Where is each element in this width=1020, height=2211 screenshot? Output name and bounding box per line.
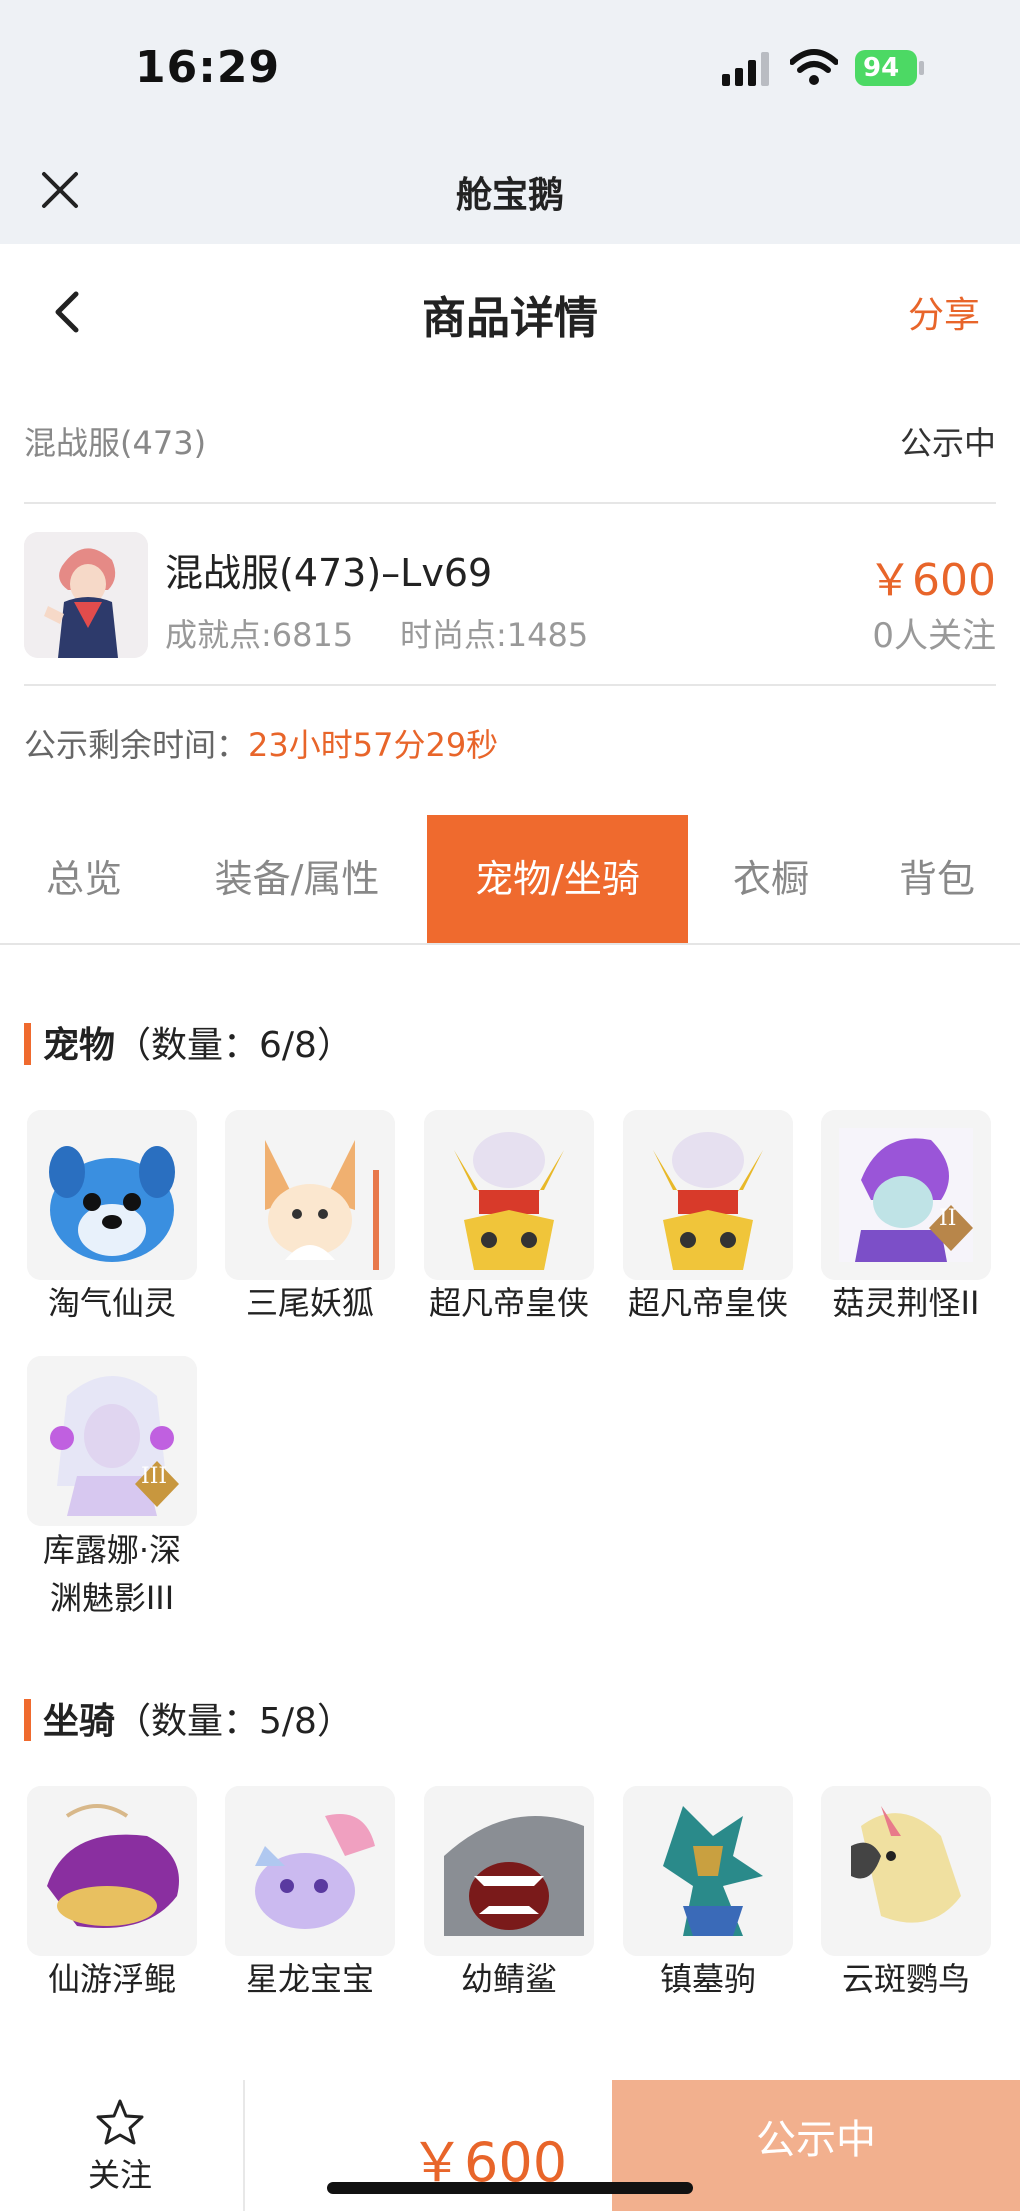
bottom-divider — [243, 2080, 245, 2211]
mount-name: 幼鲭鲨 — [460, 1960, 557, 1998]
pet-tile-gold-armor-icon[interactable] — [424, 1110, 594, 1280]
mount-name: 镇墓驹 — [659, 1960, 756, 1998]
watcher-count: 0人关注 — [872, 616, 996, 656]
star-icon[interactable] — [95, 2098, 145, 2146]
section-accent-bar — [24, 1023, 31, 1065]
share-button[interactable]: 分享 — [908, 286, 980, 338]
mount-tile-shark-icon[interactable] — [424, 1786, 594, 1956]
app-title: 舱宝鹅 — [455, 175, 564, 216]
divider — [24, 684, 996, 686]
character-name: 混战服(473)–Lv69 — [165, 551, 493, 595]
character-avatar — [24, 532, 148, 658]
tab-equipment[interactable]: 装备/属性 — [190, 815, 404, 943]
mounts-section-title: 坐骑（数量：5/8） — [24, 1692, 353, 1744]
pet-tile-blue-dog-icon[interactable] — [27, 1110, 197, 1280]
tab-bar: 总览 装备/属性 宠物/坐骑 衣橱 背包 — [0, 815, 1020, 943]
pet-tile-white-hair-icon[interactable]: III — [27, 1356, 197, 1526]
tab-bag[interactable]: 背包 — [872, 815, 1002, 943]
tab-overview[interactable]: 总览 — [0, 815, 168, 943]
pet-tile-fox-icon[interactable] — [225, 1110, 395, 1280]
section-accent-bar — [24, 1699, 31, 1741]
page-title: 商品详情 — [422, 293, 598, 344]
mount-tile-dragon-icon[interactable] — [225, 1786, 395, 1956]
pet-rank-badge: II — [939, 1206, 957, 1231]
achievement-points: 成就点:6815 — [165, 616, 354, 654]
mount-name: 云斑鹦鸟 — [841, 1960, 970, 1998]
pet-name: 三尾妖狐 — [245, 1284, 374, 1322]
remaining-time-label: 公示剩余时间： — [24, 726, 249, 764]
pets-count: （数量：6/8） — [115, 1025, 353, 1066]
pet-name: 菇灵荆怪II — [832, 1284, 980, 1322]
listing-price: ￥600 — [868, 555, 996, 606]
pet-name: 超凡帝皇侠 — [627, 1284, 788, 1322]
status-time: 16:29 — [135, 42, 281, 93]
mount-tile-parrot-icon[interactable] — [821, 1786, 991, 1956]
home-indicator — [327, 2182, 693, 2194]
battery-icon: 94 — [855, 50, 925, 86]
pet-name: 超凡帝皇侠 — [428, 1284, 589, 1322]
mount-name: 星龙宝宝 — [245, 1960, 374, 1998]
mount-tile-whale-icon[interactable] — [27, 1786, 197, 1956]
tab-divider — [0, 943, 1020, 945]
cellular-signal-icon — [722, 52, 769, 86]
pet-name-line2: 渊魅影III — [49, 1579, 175, 1617]
mounts-title: 坐骑 — [43, 1701, 116, 1742]
wifi-icon — [790, 49, 838, 85]
remaining-time-value: 23小时57分29秒 — [248, 726, 499, 764]
server-name: 混战服(473) — [24, 424, 207, 462]
remaining-time: 公示剩余时间：23小时57分29秒 — [24, 720, 498, 766]
fashion-points: 时尚点:1485 — [400, 616, 589, 654]
tab-pets-mounts[interactable]: 宠物/坐骑 — [427, 815, 688, 943]
listing-status: 公示中 — [899, 424, 996, 462]
mount-name: 仙游浮鲲 — [47, 1960, 176, 1998]
pet-name: 淘气仙灵 — [47, 1284, 176, 1322]
pet-rank-badge: III — [141, 1464, 168, 1489]
follow-button[interactable]: 关注 — [70, 2150, 170, 2196]
pets-section-title: 宠物（数量：6/8） — [24, 1016, 353, 1068]
pet-name-line1: 库露娜·深 — [42, 1531, 182, 1569]
tab-wardrobe[interactable]: 衣橱 — [706, 815, 836, 943]
mount-tile-armored-dragon-icon[interactable] — [623, 1786, 793, 1956]
pets-title: 宠物 — [43, 1025, 116, 1066]
pet-tile-gold-armor-icon[interactable] — [623, 1110, 793, 1280]
divider — [24, 502, 996, 504]
pet-tile-purple-hair-icon[interactable]: II — [821, 1110, 991, 1280]
battery-tip — [919, 61, 924, 75]
mounts-count: （数量：5/8） — [115, 1701, 353, 1742]
battery-level: 94 — [855, 50, 917, 86]
